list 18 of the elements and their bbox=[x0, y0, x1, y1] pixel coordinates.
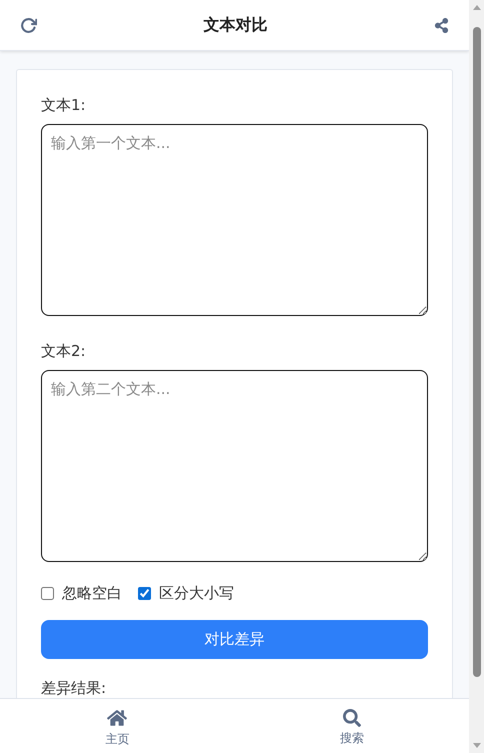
scrollbar[interactable] bbox=[469, 0, 484, 753]
refresh-button[interactable] bbox=[20, 16, 37, 34]
text-input[interactable]: 输入第二个文本... bbox=[41, 370, 428, 562]
field-label: 文本2: bbox=[41, 342, 87, 361]
page-title: 文本对比 bbox=[204, 14, 268, 36]
share-button[interactable] bbox=[434, 18, 449, 32]
option-checkbox[interactable] bbox=[41, 587, 54, 600]
home-icon bbox=[107, 708, 128, 728]
nav-item[interactable]: 搜索 bbox=[234, 699, 469, 753]
result-label: 差异结果: bbox=[41, 679, 108, 698]
compare-button[interactable]: 对比差异 bbox=[41, 620, 428, 659]
option-label: 忽略空白 bbox=[62, 584, 122, 603]
field-label: 文本1: bbox=[41, 96, 87, 115]
option-checkbox[interactable] bbox=[138, 587, 151, 600]
text-input[interactable]: 输入第一个文本... bbox=[41, 124, 428, 316]
search-icon bbox=[342, 709, 361, 727]
nav-item[interactable]: 主页 bbox=[0, 699, 234, 753]
option-label: 区分大小写 bbox=[159, 584, 234, 603]
